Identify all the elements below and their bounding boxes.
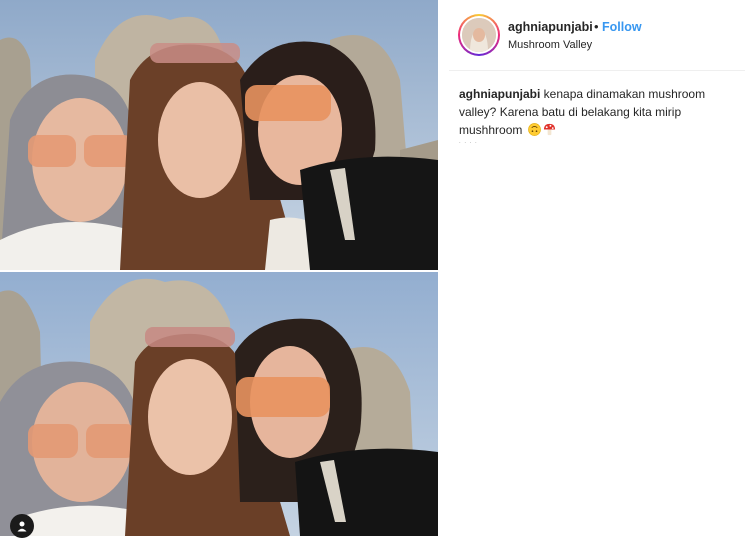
- post-sidebar: aghniapunjabi • Follow Mushroom Valley a…: [449, 0, 745, 536]
- post-photo-bottom[interactable]: [0, 272, 438, 536]
- tagged-users-button[interactable]: [10, 514, 34, 538]
- avatar-graphic: [462, 18, 496, 52]
- post-image-area[interactable]: [0, 0, 438, 538]
- avatar: [462, 18, 496, 52]
- separator-dot: •: [594, 19, 599, 34]
- follow-button[interactable]: Follow: [602, 20, 642, 34]
- photo-bottom-graphic: [0, 272, 438, 536]
- post-timestamp: . . . .: [459, 139, 478, 145]
- user-icon: [17, 521, 27, 532]
- avatar-story-ring[interactable]: [458, 14, 500, 56]
- upside-down-face-emoji: [527, 123, 541, 136]
- mushroom-emoji: [543, 123, 555, 136]
- caption-username-link[interactable]: aghniapunjabi: [459, 87, 540, 101]
- location-link[interactable]: Mushroom Valley: [508, 39, 592, 51]
- header-divider: [449, 70, 745, 71]
- photo-top-graphic: [0, 0, 438, 270]
- post-photo-top[interactable]: [0, 0, 438, 270]
- post-header: aghniapunjabi • Follow Mushroom Valley: [449, 0, 745, 68]
- post-username-link[interactable]: aghniapunjabi: [508, 20, 593, 34]
- post-caption: aghniapunjabi kenapa dinamakan mushroom …: [459, 85, 739, 139]
